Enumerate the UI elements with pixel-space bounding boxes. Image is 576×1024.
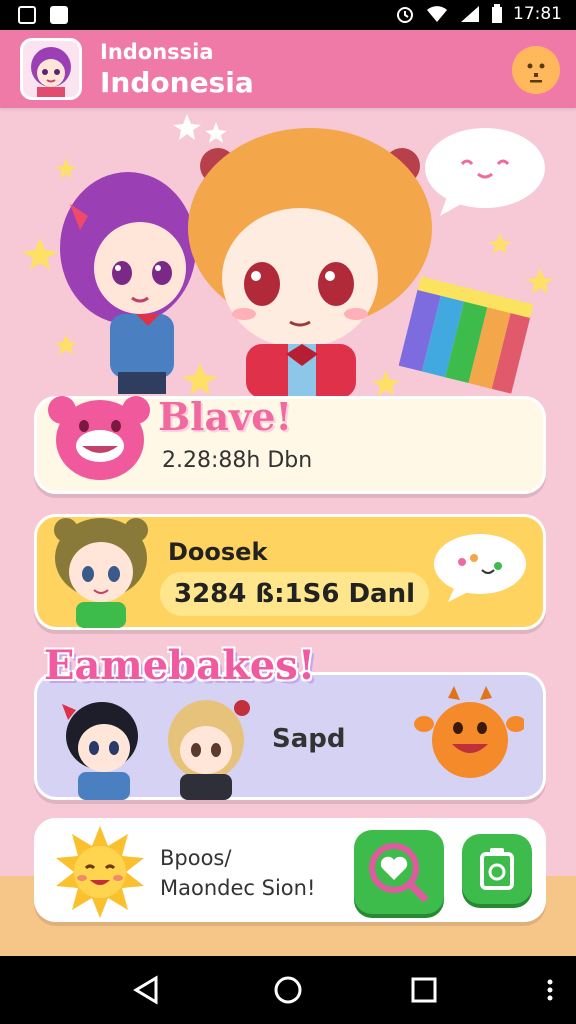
two-kids-icon (62, 700, 250, 800)
alarm-icon (397, 7, 413, 23)
face-icon (527, 63, 545, 83)
status-time: 17:81 (513, 4, 562, 24)
pink-monster-icon (48, 396, 150, 480)
back-icon[interactable] (116, 956, 176, 1024)
chat-bubble-icon (434, 534, 526, 602)
daily-card-value: 3284 ß:1S6 Danl (160, 572, 430, 616)
reward-card-title: Blave! (158, 394, 293, 439)
avatar[interactable] (20, 38, 82, 100)
game-card-label: Sapd (272, 724, 346, 754)
anime-girl-avatar-icon (23, 41, 79, 97)
heart-search-icon (369, 843, 429, 903)
bonus-card-line1: Bpoos/ (160, 846, 232, 870)
reward-card-subtitle: 2.28:88h Dbn (162, 448, 313, 473)
bonus-card-line2: Maondec Sion! (160, 876, 316, 900)
more-icon[interactable] (520, 956, 576, 1024)
app-title-secondary: Indonssia (100, 40, 214, 64)
favorite-search-button[interactable] (354, 830, 444, 914)
bonus-card[interactable]: Bpoos/ Maondec Sion! (34, 818, 546, 922)
reward-card[interactable]: Blave! 2.28:88h Dbn (34, 394, 546, 494)
signal-icon (461, 6, 479, 22)
share-box-icon (480, 848, 514, 890)
home-icon[interactable] (258, 956, 318, 1024)
app-bar: Indonssia Indonesia (0, 30, 576, 108)
recents-icon[interactable] (394, 956, 454, 1024)
battery-icon (492, 4, 502, 23)
image-notification-icon (18, 6, 36, 24)
app-notification-icon (50, 6, 68, 24)
navigation-bar (0, 956, 576, 1024)
status-bar: 17:81 (0, 0, 576, 30)
game-card-banner: Eamebakes! (44, 642, 316, 689)
bear-eared-kid-icon (54, 518, 148, 628)
sun-icon (56, 826, 144, 918)
anime-characters-illustration (22, 114, 554, 398)
profile-face-button[interactable] (512, 46, 560, 94)
wifi-icon (427, 6, 447, 22)
daily-card[interactable]: Doosek 3284 ß:1S6 Danl (34, 514, 546, 630)
share-button[interactable] (462, 834, 532, 904)
daily-card-title: Doosek (168, 538, 268, 566)
hero-illustration (0, 108, 576, 398)
orange-monster-icon (414, 686, 524, 778)
app-title: Indonesia (100, 66, 254, 99)
game-card[interactable]: Eamebakes! Sapd (34, 642, 546, 800)
